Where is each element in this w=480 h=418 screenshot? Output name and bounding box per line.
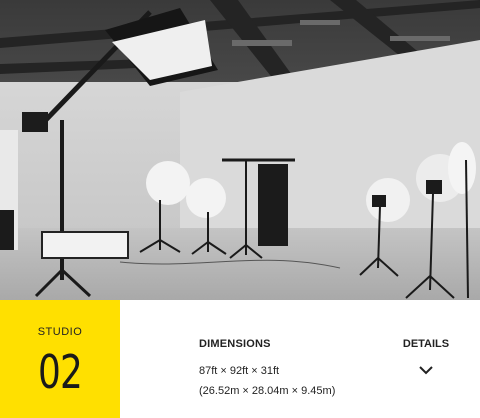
studio-number: 02	[37, 345, 83, 399]
dimensions-imperial: 87ft × 92ft × 31ft	[199, 365, 280, 377]
details-toggle[interactable]: DETAILS	[398, 336, 454, 382]
dimensions-metric: (26.52m × 28.04m × 9.45m)	[199, 385, 336, 397]
studio-photo-illustration	[0, 0, 480, 300]
studio-number-badge: STUDIO 02	[0, 300, 120, 418]
details-label: DETAILS	[402, 338, 450, 350]
chevron-down-icon	[419, 366, 433, 375]
studio-info-panel: STUDIO 02 DIMENSIONS 87ft × 92ft × 31ft …	[0, 300, 480, 418]
dimensions-heading: DIMENSIONS	[199, 338, 271, 350]
studio-card: STUDIO 02 DIMENSIONS 87ft × 92ft × 31ft …	[0, 0, 480, 418]
studio-label: STUDIO	[37, 326, 83, 338]
studio-photo	[0, 0, 480, 300]
